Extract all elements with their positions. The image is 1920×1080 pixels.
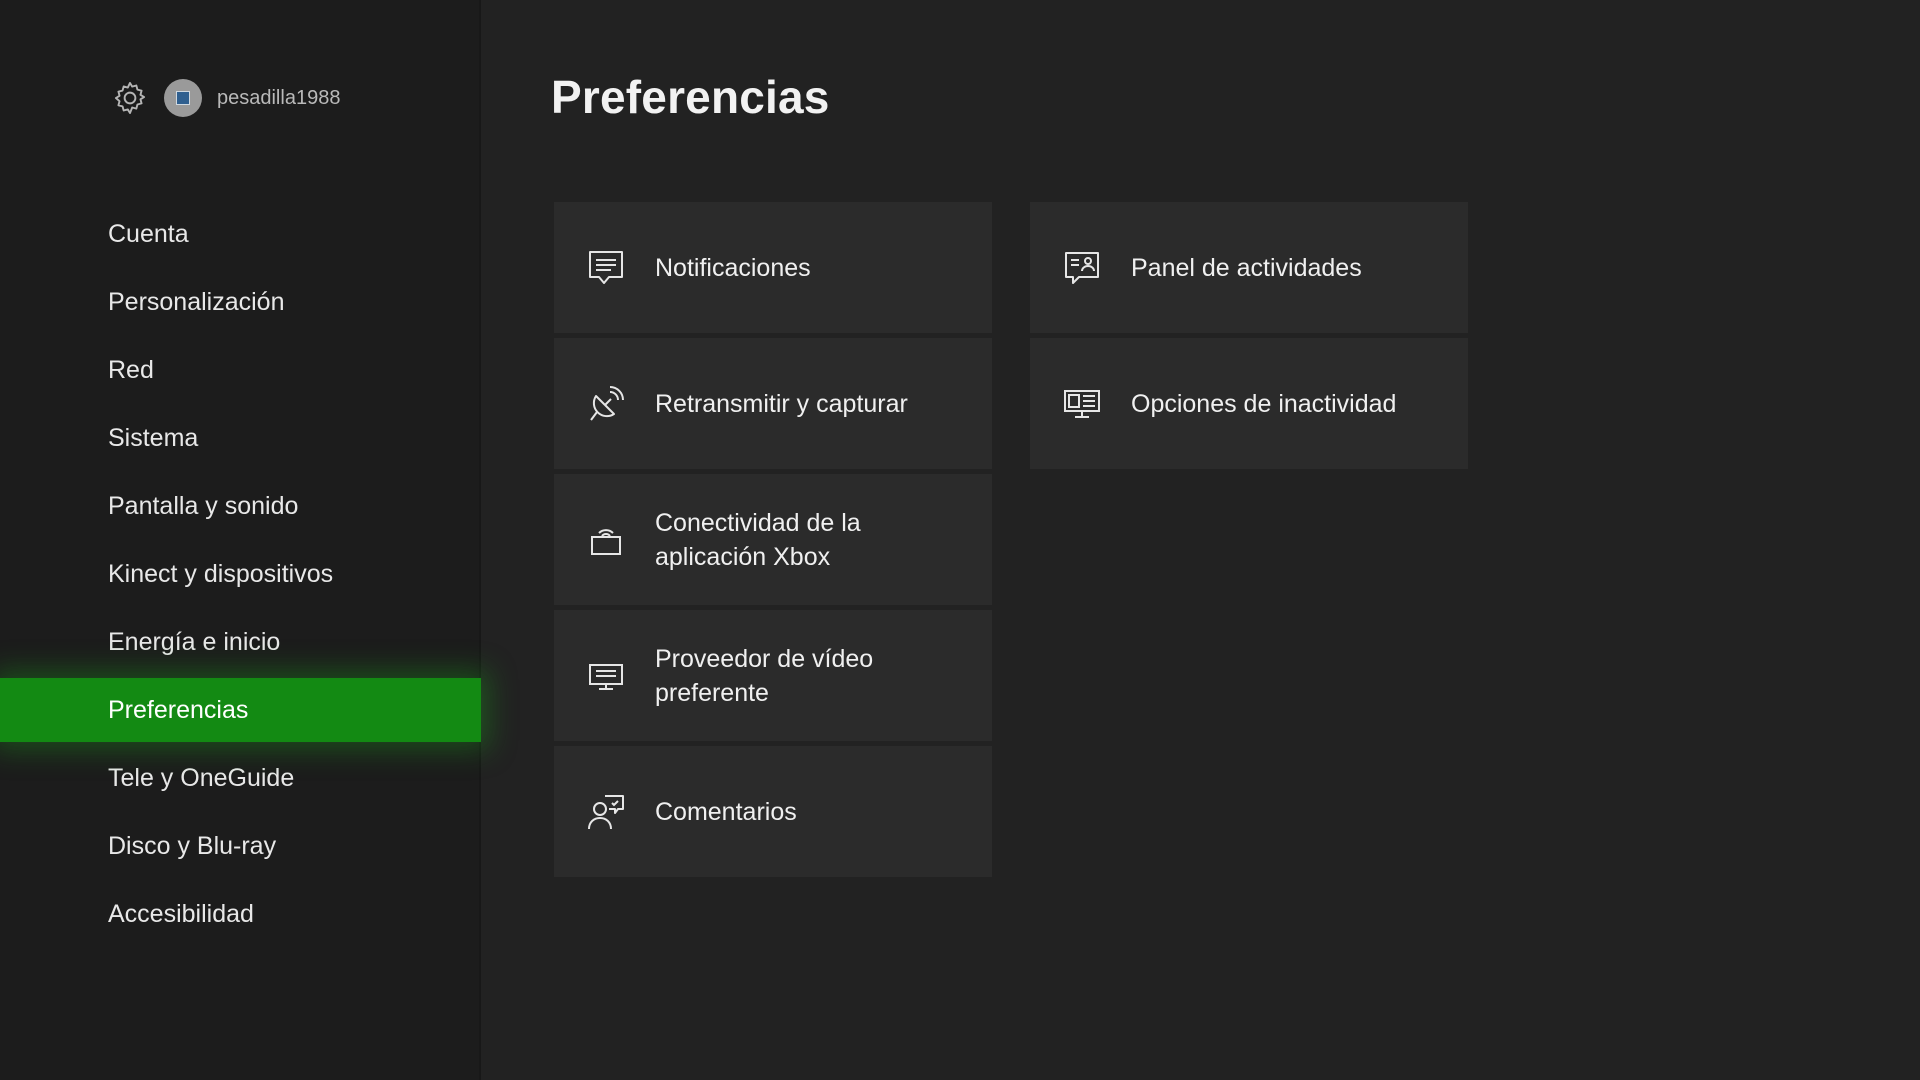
- sidebar-item-energia-e-inicio[interactable]: Energía e inicio: [0, 608, 481, 676]
- avatar[interactable]: [164, 79, 202, 117]
- tile-label: Proveedor de vídeo preferente: [655, 644, 874, 707]
- sidebar-nav: Cuenta Personalización Red Sistema Panta…: [0, 200, 481, 948]
- tile-opciones-de-inactividad[interactable]: Opciones de inactividad: [1030, 338, 1468, 469]
- settings-screen: pesadilla1988 Cuenta Personalización Red…: [0, 0, 1920, 1080]
- tile-conectividad-app-xbox[interactable]: Conectividad de la aplicación Xbox: [554, 474, 992, 605]
- sidebar: pesadilla1988 Cuenta Personalización Red…: [0, 0, 481, 1080]
- feedback-icon: [586, 792, 626, 832]
- satellite-dish-icon: [586, 384, 626, 424]
- sidebar-item-accesibilidad[interactable]: Accesibilidad: [0, 880, 481, 948]
- sidebar-item-red[interactable]: Red: [0, 336, 481, 404]
- sidebar-item-kinect-y-dispositivos[interactable]: Kinect y dispositivos: [0, 540, 481, 608]
- tile-notificaciones[interactable]: Notificaciones: [554, 202, 992, 333]
- sidebar-item-sistema[interactable]: Sistema: [0, 404, 481, 472]
- message-icon: [586, 248, 626, 288]
- sidebar-item-tele-y-oneguide[interactable]: Tele y OneGuide: [0, 744, 481, 812]
- sidebar-item-pantalla-y-sonido[interactable]: Pantalla y sonido: [0, 472, 481, 540]
- activity-feed-icon: [1062, 248, 1102, 288]
- profile-header: pesadilla1988: [110, 78, 340, 118]
- tile-label: Panel de actividades: [1131, 253, 1362, 282]
- tile-panel-de-actividades[interactable]: Panel de actividades: [1030, 202, 1468, 333]
- tile-label: Retransmitir y capturar: [655, 389, 908, 418]
- sidebar-item-cuenta[interactable]: Cuenta: [0, 200, 481, 268]
- wireless-device-icon: [586, 520, 626, 560]
- tile-label: Notificaciones: [655, 253, 811, 282]
- username: pesadilla1988: [217, 86, 341, 109]
- sidebar-item-disco-y-blu-ray[interactable]: Disco y Blu-ray: [0, 812, 481, 880]
- sidebar-item-personalizacion[interactable]: Personalización: [0, 268, 481, 336]
- gear-icon[interactable]: [110, 78, 150, 118]
- avatar-image: [176, 91, 190, 105]
- main-content: Preferencias Notificaciones Retransmitir…: [481, 0, 1920, 1080]
- tv-provider-icon: [586, 656, 626, 696]
- tile-comentarios[interactable]: Comentarios: [554, 746, 992, 877]
- tile-label: Conectividad de la aplicación Xbox: [655, 508, 861, 571]
- page-title: Preferencias: [551, 71, 830, 123]
- tile-label: Comentarios: [655, 797, 797, 826]
- tile-label: Opciones de inactividad: [1131, 389, 1397, 418]
- tile-retransmitir-y-capturar[interactable]: Retransmitir y capturar: [554, 338, 992, 469]
- tile-proveedor-de-video[interactable]: Proveedor de vídeo preferente: [554, 610, 992, 741]
- idle-display-icon: [1062, 384, 1102, 424]
- sidebar-item-preferencias[interactable]: Preferencias: [0, 678, 481, 742]
